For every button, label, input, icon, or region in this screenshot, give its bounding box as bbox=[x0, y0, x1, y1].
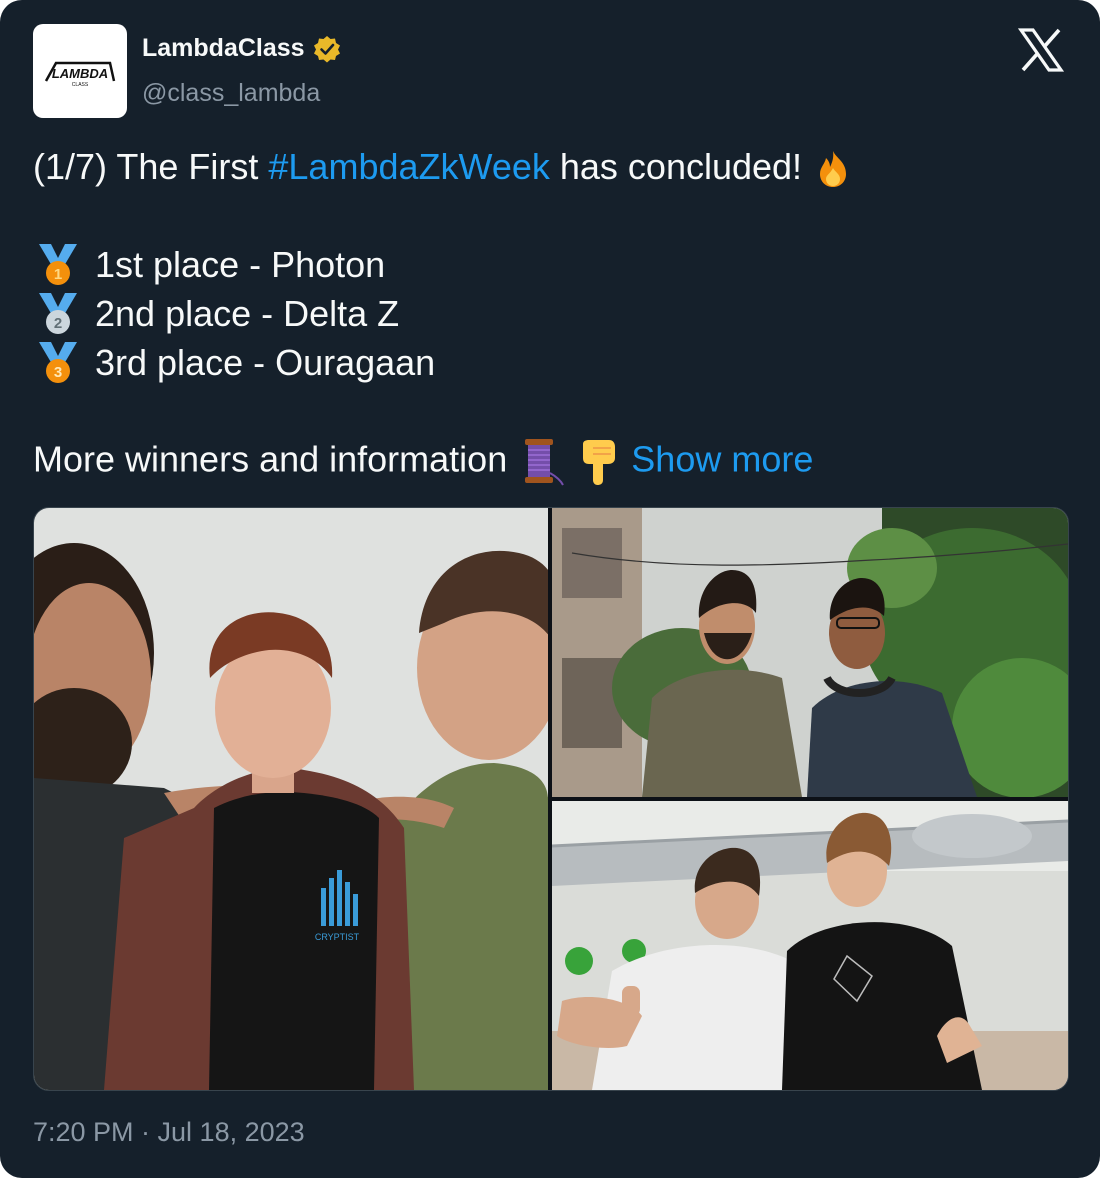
lambdaclass-logo: LAMBDA CLASS bbox=[44, 61, 116, 88]
verified-badge-icon bbox=[313, 35, 340, 62]
hashtag-link[interactable]: #LambdaZkWeek bbox=[268, 146, 549, 187]
place-line-1: 1 1st place - Photon bbox=[33, 242, 385, 288]
fire-emoji-icon bbox=[820, 151, 847, 188]
photo-2-image bbox=[552, 508, 1068, 797]
first-place-medal-icon: 1 bbox=[39, 244, 77, 285]
place-line-3: 3 3rd place - Ouragaan bbox=[33, 340, 435, 386]
medal-3-number: 3 bbox=[54, 364, 62, 381]
author-handle[interactable]: @class_lambda bbox=[142, 79, 320, 108]
photo-team-delta-z[interactable] bbox=[552, 508, 1068, 797]
logo-subtext: CLASS bbox=[72, 82, 89, 88]
third-place-medal-icon: 3 bbox=[39, 342, 77, 383]
x-logo-icon[interactable] bbox=[1018, 28, 1064, 72]
backhand-index-pointing-down-icon bbox=[583, 440, 616, 485]
media-grid: CRYPTIST bbox=[33, 507, 1069, 1091]
second-place-medal-icon: 2 bbox=[39, 293, 77, 334]
author-display-name[interactable]: LambdaClass bbox=[142, 34, 305, 63]
place-line-2: 2 2nd place - Delta Z bbox=[33, 291, 399, 337]
logo-text: LAMBDA bbox=[52, 66, 108, 81]
photo-team-ouragaan[interactable] bbox=[552, 801, 1068, 1090]
place-text-3: 3rd place - Ouragaan bbox=[95, 342, 436, 383]
tweet-card: LAMBDA CLASS LambdaClass @class_lambda (… bbox=[0, 0, 1100, 1178]
medal-1-number: 1 bbox=[54, 266, 62, 283]
more-info-line: More winners and information Show more bbox=[33, 437, 813, 487]
photo-3-image bbox=[552, 801, 1068, 1090]
intro-suffix: has concluded! bbox=[549, 146, 803, 187]
place-text-1: 1st place - Photon bbox=[95, 244, 386, 285]
thread-spool-emoji-icon bbox=[525, 439, 565, 486]
photo-team-photon[interactable]: CRYPTIST bbox=[34, 508, 548, 1090]
tweet-intro-line: (1/7) The First #LambdaZkWeek has conclu… bbox=[33, 146, 854, 190]
author-avatar[interactable]: LAMBDA CLASS bbox=[33, 24, 127, 118]
show-more-link[interactable]: Show more bbox=[631, 439, 813, 480]
author-name-row: LambdaClass bbox=[142, 34, 341, 63]
intro-prefix: (1/7) The First bbox=[33, 146, 269, 187]
shirt-logo-text: CRYPTIST bbox=[315, 932, 360, 942]
tweet-timestamp[interactable]: 7:20 PM · Jul 18, 2023 bbox=[33, 1117, 305, 1148]
photo-1-image: CRYPTIST bbox=[34, 508, 548, 1090]
medal-2-number: 2 bbox=[54, 315, 62, 332]
more-info-text: More winners and information bbox=[33, 438, 508, 480]
place-text-2: 2nd place - Delta Z bbox=[95, 293, 400, 334]
